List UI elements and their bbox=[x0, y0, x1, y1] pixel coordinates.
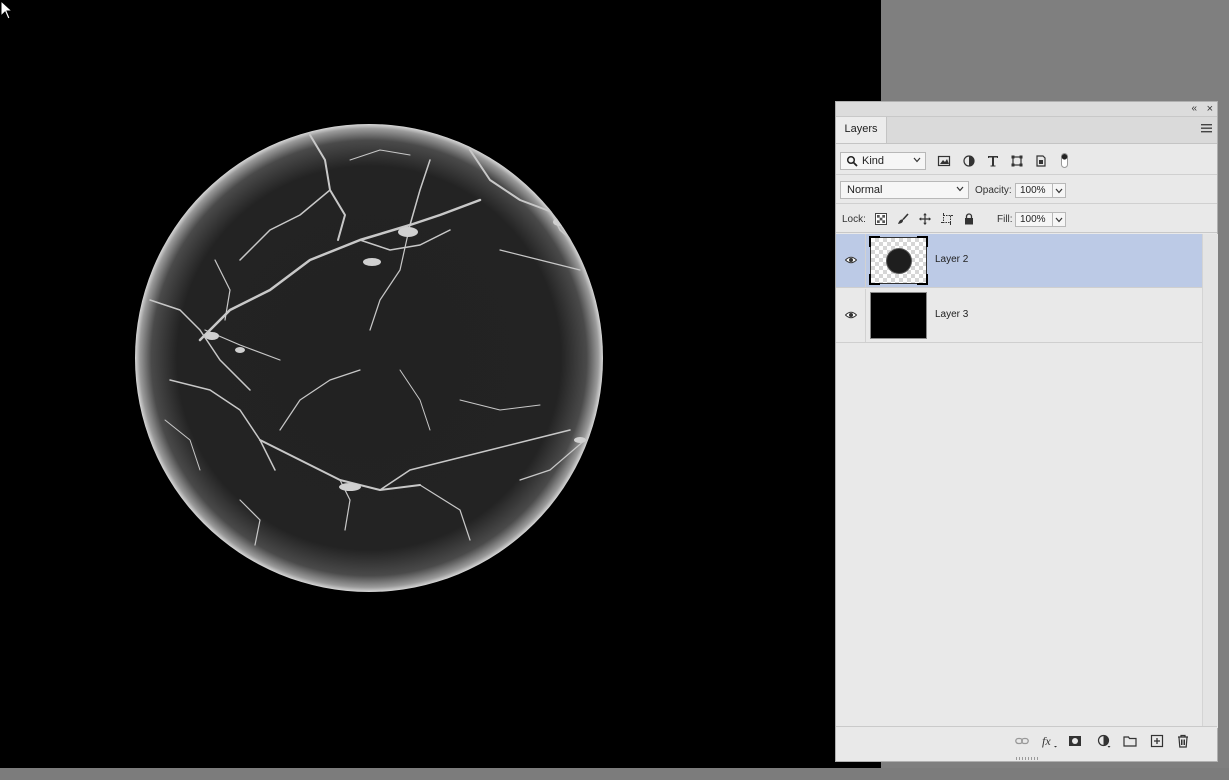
lock-label: Lock: bbox=[842, 214, 866, 225]
layer-filter-row: Kind bbox=[836, 145, 1217, 175]
opacity-label: Opacity: bbox=[975, 185, 1012, 196]
blend-opacity-row: Normal Opacity: 100% bbox=[836, 176, 1217, 204]
selection-corner bbox=[917, 274, 928, 285]
filter-type-layers-icon[interactable] bbox=[986, 154, 1000, 168]
fill-label: Fill: bbox=[997, 214, 1013, 225]
chevron-down-icon bbox=[913, 157, 921, 163]
layers-footer-toolbar: fx bbox=[836, 726, 1217, 761]
filter-kind-select[interactable]: Kind bbox=[840, 152, 926, 170]
lock-transparent-pixels-icon[interactable] bbox=[875, 213, 887, 225]
eye-icon[interactable] bbox=[845, 256, 857, 264]
lock-all-icon[interactable] bbox=[963, 213, 975, 225]
layers-list: Layer 2 Layer 3 bbox=[836, 234, 1202, 728]
planet-artwork bbox=[135, 124, 603, 592]
layers-scrollbar[interactable] bbox=[1202, 234, 1218, 728]
lock-artboard-icon[interactable] bbox=[941, 213, 953, 225]
visibility-cell bbox=[836, 289, 866, 342]
filter-toggle-switch[interactable] bbox=[1061, 153, 1068, 168]
planet-thumbnail bbox=[887, 249, 911, 273]
collapse-panel-icon[interactable]: « bbox=[1191, 102, 1197, 116]
filter-pixel-layers-icon[interactable] bbox=[937, 154, 951, 168]
layers-panel: « × Layers Kind Normal Opacity: 100% Loc… bbox=[835, 101, 1218, 762]
add-layer-mask-icon[interactable] bbox=[1068, 734, 1082, 748]
lock-position-icon[interactable] bbox=[919, 213, 931, 225]
selection-corner bbox=[869, 274, 880, 285]
panel-resize-grip[interactable] bbox=[1016, 757, 1038, 760]
search-icon bbox=[846, 155, 858, 167]
chevron-down-icon bbox=[1055, 188, 1063, 194]
new-adjustment-layer-icon[interactable] bbox=[1097, 734, 1111, 748]
layer-thumbnail-layer-3[interactable] bbox=[870, 292, 927, 339]
opacity-input[interactable]: 100% bbox=[1015, 183, 1053, 198]
new-group-folder-icon[interactable] bbox=[1123, 734, 1137, 748]
fill-input[interactable]: 100% bbox=[1015, 212, 1053, 227]
eye-icon[interactable] bbox=[845, 311, 857, 319]
blend-mode-value: Normal bbox=[847, 184, 883, 196]
link-layers-icon[interactable] bbox=[1015, 734, 1029, 748]
lock-image-pixels-icon[interactable] bbox=[897, 213, 909, 225]
chevron-down-icon bbox=[1055, 217, 1063, 223]
document-canvas[interactable] bbox=[0, 0, 881, 768]
filter-kind-label: Kind bbox=[862, 155, 885, 167]
panel-menu-icon[interactable] bbox=[1201, 124, 1212, 133]
blend-mode-select[interactable]: Normal bbox=[840, 181, 969, 199]
filter-smart-objects-icon[interactable] bbox=[1034, 154, 1048, 168]
opacity-dropdown[interactable] bbox=[1052, 183, 1066, 198]
tab-layers[interactable]: Layers bbox=[836, 117, 887, 143]
panel-tab-row: Layers bbox=[836, 117, 1217, 144]
selection-corner bbox=[917, 236, 928, 247]
close-icon[interactable]: × bbox=[1207, 102, 1213, 116]
layer-name[interactable]: Layer 3 bbox=[935, 309, 968, 320]
status-strip bbox=[0, 768, 1229, 780]
panel-title-bar[interactable]: « × bbox=[836, 102, 1217, 117]
layer-row-layer-2[interactable]: Layer 2 bbox=[836, 234, 1202, 288]
layer-thumbnail-layer-2[interactable] bbox=[869, 236, 928, 285]
layer-style-fx-icon[interactable]: fx bbox=[1041, 734, 1059, 748]
svg-text:fx: fx bbox=[1042, 734, 1051, 748]
visibility-cell bbox=[836, 234, 866, 287]
lock-fill-row: Lock: Fill: 100% bbox=[836, 205, 1217, 233]
new-layer-icon[interactable] bbox=[1150, 734, 1164, 748]
selection-corner bbox=[869, 236, 880, 247]
filter-shape-layers-icon[interactable] bbox=[1010, 154, 1024, 168]
chevron-down-icon bbox=[956, 186, 964, 192]
mouse-pointer-icon bbox=[0, 0, 14, 20]
layer-row-layer-3[interactable]: Layer 3 bbox=[836, 289, 1202, 343]
layer-name[interactable]: Layer 2 bbox=[935, 254, 968, 265]
fill-dropdown[interactable] bbox=[1052, 212, 1066, 227]
delete-layer-trash-icon[interactable] bbox=[1176, 734, 1190, 748]
filter-adjustment-layers-icon[interactable] bbox=[962, 154, 976, 168]
